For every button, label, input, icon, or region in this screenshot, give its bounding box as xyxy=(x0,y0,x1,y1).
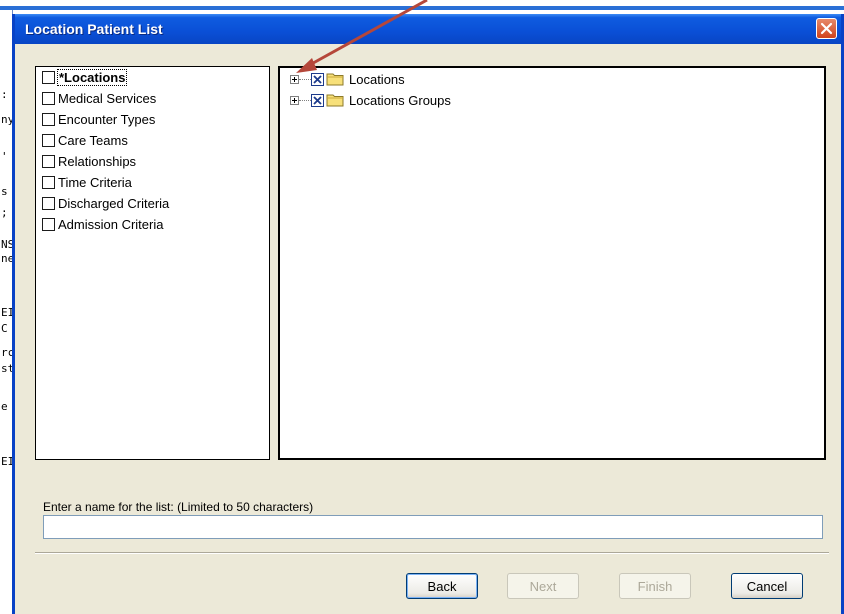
checkbox-checked[interactable] xyxy=(311,72,324,86)
background-text: C xyxy=(1,322,8,335)
criteria-item-relationships[interactable]: Relationships xyxy=(42,151,136,171)
tree-connector xyxy=(299,99,311,101)
criteria-label: Encounter Types xyxy=(58,111,156,127)
finish-button[interactable]: Finish xyxy=(619,573,691,599)
checkbox[interactable] xyxy=(42,70,55,84)
tree-node-locations-groups[interactable]: Locations Groups xyxy=(290,90,451,110)
background-text: ; xyxy=(1,206,8,219)
location-patient-list-dialog: Location Patient List *Locations Medical… xyxy=(12,14,844,614)
criteria-label: Relationships xyxy=(58,153,137,169)
criteria-list[interactable]: *Locations Medical Services Encounter Ty… xyxy=(35,66,270,460)
criteria-label: Discharged Criteria xyxy=(58,195,170,211)
background-text: : xyxy=(1,88,8,101)
expand-icon[interactable] xyxy=(290,74,299,84)
list-name-input[interactable] xyxy=(43,515,823,539)
checkbox[interactable] xyxy=(42,91,55,105)
checkbox[interactable] xyxy=(42,154,55,168)
divider xyxy=(35,552,829,554)
folder-icon xyxy=(326,73,344,86)
criteria-label: *Locations xyxy=(56,68,128,86)
background-text: e xyxy=(1,400,8,413)
close-button[interactable] xyxy=(816,18,837,39)
next-button[interactable]: Next xyxy=(507,573,579,599)
criteria-item-locations[interactable]: *Locations xyxy=(42,67,128,87)
dialog-title: Location Patient List xyxy=(25,21,163,37)
folder-icon xyxy=(326,94,344,107)
expand-icon[interactable] xyxy=(290,95,299,105)
criteria-label: Time Criteria xyxy=(58,174,132,190)
criteria-label: Care Teams xyxy=(58,132,128,148)
dialog-titlebar[interactable]: Location Patient List xyxy=(15,14,841,44)
checkbox-checked[interactable] xyxy=(311,93,324,107)
tree-node-label: Locations xyxy=(349,71,405,87)
criteria-item-encounter-types[interactable]: Encounter Types xyxy=(42,109,155,129)
cancel-button[interactable]: Cancel xyxy=(731,573,803,599)
tree-node-label: Locations Groups xyxy=(349,92,451,108)
criteria-item-discharged-criteria[interactable]: Discharged Criteria xyxy=(42,193,169,213)
criteria-item-medical-services[interactable]: Medical Services xyxy=(42,88,156,108)
background-window-top xyxy=(0,0,844,10)
background-text: ' xyxy=(1,150,8,163)
criteria-item-time-criteria[interactable]: Time Criteria xyxy=(42,172,132,192)
location-tree[interactable]: Locations Locations Groups xyxy=(278,66,826,460)
list-name-label: Enter a name for the list: (Limited to 5… xyxy=(43,500,314,514)
dialog-body: *Locations Medical Services Encounter Ty… xyxy=(15,44,841,614)
checkbox[interactable] xyxy=(42,196,55,210)
checkbox[interactable] xyxy=(42,112,55,126)
checkbox[interactable] xyxy=(42,133,55,147)
back-button[interactable]: Back xyxy=(406,573,478,599)
criteria-item-admission-criteria[interactable]: Admission Criteria xyxy=(42,214,163,234)
criteria-label: Admission Criteria xyxy=(58,216,164,232)
tree-connector xyxy=(299,78,311,80)
checkbox[interactable] xyxy=(42,217,55,231)
criteria-item-care-teams[interactable]: Care Teams xyxy=(42,130,128,150)
checkbox[interactable] xyxy=(42,175,55,189)
criteria-label: Medical Services xyxy=(58,90,157,106)
background-text: s xyxy=(1,185,8,198)
close-icon xyxy=(820,22,833,35)
tree-node-locations[interactable]: Locations xyxy=(290,69,405,89)
